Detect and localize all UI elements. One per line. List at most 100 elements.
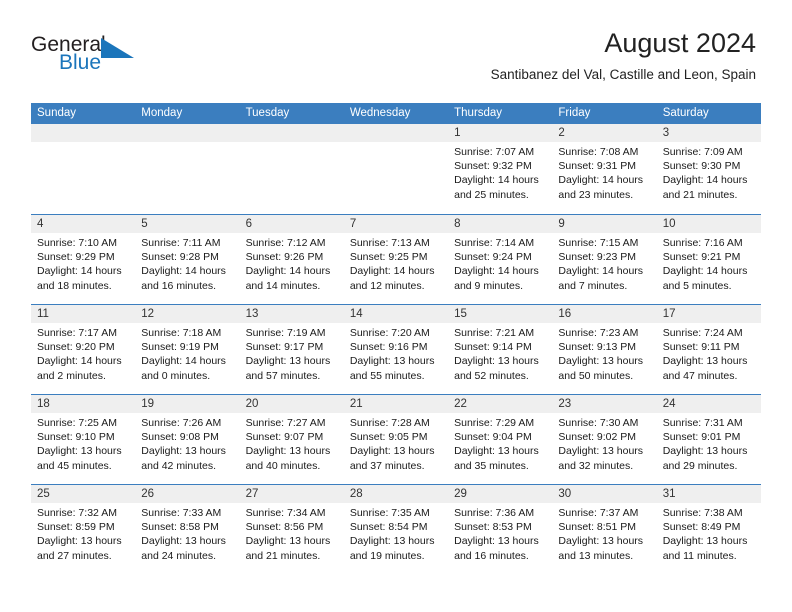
day-number: 11: [37, 308, 49, 320]
daylight-text-line1: Daylight: 13 hours: [662, 355, 748, 368]
daylight-text-line2: and 2 minutes.: [37, 369, 106, 382]
weekday-header-sunday: Sunday: [37, 107, 77, 119]
calendar-day-cell[interactable]: 17 Sunrise: 7:24 AM Sunset: 9:11 PM Dayligh…: [656, 305, 761, 394]
day-details: Sunrise: 7:09 AM Sunset: 9:30 PM Daylight:…: [657, 142, 761, 202]
day-details: Sunrise: 7:35 AM Sunset: 8:54 PM Daylight:…: [344, 503, 448, 563]
daylight-text-line1: Daylight: 13 hours: [245, 355, 331, 368]
calendar-day-cell[interactable]: 23 Sunrise: 7:30 AM Sunset: 9:02 PM Dayligh…: [552, 395, 657, 484]
day-number: 23: [558, 398, 572, 410]
calendar-day-cell[interactable]: 19 Sunrise: 7:26 AM Sunset: 9:08 PM Dayligh…: [135, 395, 240, 484]
calendar-day-cell[interactable]: 18 Sunrise: 7:25 AM Sunset: 9:10 PM Dayligh…: [31, 395, 136, 484]
calendar-day-cell[interactable]: 29 Sunrise: 7:36 AM Sunset: 8:53 PM Dayligh…: [448, 485, 553, 574]
sunrise-text: Sunrise: 7:36 AM: [454, 507, 535, 519]
daylight-text-line2: and 50 minutes.: [558, 369, 634, 382]
sunset-text: Sunset: 9:01 PM: [662, 431, 741, 444]
calendar-day-cell[interactable]: 25 Sunrise: 7:32 AM Sunset: 8:59 PM Dayligh…: [31, 485, 136, 574]
daylight-text-line1: Daylight: 14 hours: [245, 265, 331, 278]
calendar-day-cell[interactable]: 3 Sunrise: 7:09 AM Sunset: 9:30 PM Daylight…: [656, 124, 761, 214]
calendar-day-cell[interactable]: 4 Sunrise: 7:10 AM Sunset: 9:29 PM Daylight…: [31, 215, 136, 304]
day-details: Sunrise: 7:23 AM Sunset: 9:13 PM Daylight:…: [552, 323, 656, 383]
day-number-band: 6: [239, 215, 344, 233]
calendar-week-row: 25 Sunrise: 7:32 AM Sunset: 8:59 PM Dayligh…: [31, 484, 761, 574]
calendar-day-cell[interactable]: 22 Sunrise: 7:29 AM Sunset: 9:04 PM Dayligh…: [448, 395, 553, 484]
calendar-day-cell[interactable]: 9 Sunrise: 7:15 AM Sunset: 9:23 PM Daylight…: [552, 215, 657, 304]
calendar-day-cell[interactable]: 28 Sunrise: 7:35 AM Sunset: 8:54 PM Dayligh…: [343, 485, 449, 574]
day-number-band: 16: [552, 305, 657, 323]
day-details: Sunrise: 7:36 AM Sunset: 8:53 PM Daylight:…: [448, 503, 552, 563]
daylight-text-line1: Daylight: 13 hours: [349, 535, 435, 548]
page-header: General Blue August 2024 Santibanez del …: [0, 0, 792, 100]
daylight-text-line2: and 55 minutes.: [349, 369, 425, 382]
calendar-day-cell[interactable]: 10 Sunrise: 7:16 AM Sunset: 9:21 PM Dayligh…: [656, 215, 761, 304]
sunset-text: Sunset: 9:31 PM: [558, 160, 637, 173]
daylight-text-line1: Daylight: 14 hours: [662, 265, 748, 278]
sunrise-text: Sunrise: 7:34 AM: [245, 507, 326, 519]
calendar-day-cell[interactable]: 24 Sunrise: 7:31 AM Sunset: 9:01 PM Dayligh…: [656, 395, 761, 484]
daylight-text-line2: and 7 minutes.: [558, 279, 628, 292]
calendar-day-cell[interactable]: 2 Sunrise: 7:08 AM Sunset: 9:31 PM Daylight…: [552, 124, 657, 214]
calendar-day-cell[interactable]: 27 Sunrise: 7:34 AM Sunset: 8:56 PM Dayligh…: [239, 485, 344, 574]
daylight-text-line1: Daylight: 14 hours: [141, 355, 226, 368]
daylight-text-line2: and 21 minutes.: [245, 549, 321, 562]
calendar-day-cell[interactable]: 5 Sunrise: 7:11 AM Sunset: 9:28 PM Daylight…: [135, 215, 240, 304]
day-details: Sunrise: 7:17 AM Sunset: 9:20 PM Daylight:…: [31, 323, 135, 383]
daylight-text-line2: and 24 minutes.: [141, 549, 216, 562]
day-number-band: 29: [448, 485, 553, 503]
day-number-band: 8: [448, 215, 553, 233]
day-details: Sunrise: 7:30 AM Sunset: 9:02 PM Daylight:…: [552, 413, 656, 473]
daylight-text-line2: and 47 minutes.: [662, 369, 738, 382]
calendar-day-cell[interactable]: 12 Sunrise: 7:18 AM Sunset: 9:19 PM Dayligh…: [135, 305, 240, 394]
calendar-day-cell[interactable]: 14 Sunrise: 7:20 AM Sunset: 9:16 PM Dayligh…: [343, 305, 449, 394]
sunset-text: Sunset: 9:05 PM: [349, 431, 428, 444]
calendar-day-cell[interactable]: 16 Sunrise: 7:23 AM Sunset: 9:13 PM Dayligh…: [552, 305, 657, 394]
day-number-band: 9: [552, 215, 657, 233]
sunset-text: Sunset: 9:30 PM: [662, 160, 741, 173]
day-number: 8: [454, 218, 461, 230]
daylight-text-line2: and 5 minutes.: [662, 279, 732, 292]
sunrise-text: Sunrise: 7:08 AM: [558, 146, 639, 158]
calendar-day-cell[interactable]: 20 Sunrise: 7:27 AM Sunset: 9:07 PM Dayligh…: [239, 395, 344, 484]
page-subtitle: Santibanez del Val, Castille and Leon, S…: [490, 67, 756, 82]
day-number-band: 13: [239, 305, 344, 323]
day-number: 3: [662, 127, 670, 139]
daylight-text-line2: and 27 minutes.: [37, 549, 112, 562]
daylight-text-line2: and 42 minutes.: [141, 459, 216, 472]
sunrise-text: Sunrise: 7:23 AM: [558, 327, 639, 339]
day-details: Sunrise: 7:29 AM Sunset: 9:04 PM Daylight:…: [448, 413, 552, 473]
calendar-day-cell[interactable]: 11 Sunrise: 7:17 AM Sunset: 9:20 PM Dayligh…: [31, 305, 136, 394]
calendar-day-cell[interactable]: 26 Sunrise: 7:33 AM Sunset: 8:58 PM Dayligh…: [135, 485, 240, 574]
calendar-day-cell[interactable]: 15 Sunrise: 7:21 AM Sunset: 9:14 PM Dayligh…: [448, 305, 553, 394]
calendar-day-cell[interactable]: 1 Sunrise: 7:07 AM Sunset: 9:32 PM Daylight…: [448, 124, 553, 214]
calendar-day-cell-empty: [343, 124, 449, 214]
calendar-day-cell[interactable]: 30 Sunrise: 7:37 AM Sunset: 8:51 PM Dayligh…: [552, 485, 657, 574]
day-details: Sunrise: 7:15 AM Sunset: 9:23 PM Daylight:…: [552, 233, 656, 293]
calendar-day-cell[interactable]: 13 Sunrise: 7:19 AM Sunset: 9:17 PM Dayligh…: [239, 305, 344, 394]
daylight-text-line1: Daylight: 14 hours: [558, 265, 644, 278]
calendar-day-cell[interactable]: 21 Sunrise: 7:28 AM Sunset: 9:05 PM Dayligh…: [343, 395, 449, 484]
daylight-text-line1: Daylight: 13 hours: [454, 355, 539, 368]
day-details: Sunrise: 7:27 AM Sunset: 9:07 PM Daylight:…: [240, 413, 344, 473]
day-number-band: 1: [448, 124, 553, 142]
day-number: 10: [662, 218, 676, 230]
day-details: Sunrise: 7:26 AM Sunset: 9:08 PM Daylight:…: [135, 413, 239, 473]
daylight-text-line2: and 16 minutes.: [141, 279, 216, 292]
daylight-text-line1: Daylight: 14 hours: [558, 174, 644, 187]
brand-logo[interactable]: General Blue: [31, 34, 231, 84]
daylight-text-line1: Daylight: 13 hours: [141, 445, 226, 458]
daylight-text-line1: Daylight: 14 hours: [37, 265, 122, 278]
daylight-text-line1: Daylight: 13 hours: [141, 535, 226, 548]
calendar-day-cell[interactable]: 8 Sunrise: 7:14 AM Sunset: 9:24 PM Daylight…: [448, 215, 553, 304]
daylight-text-line1: Daylight: 14 hours: [662, 174, 748, 187]
sunrise-text: Sunrise: 7:21 AM: [454, 327, 535, 339]
daylight-text-line2: and 29 minutes.: [662, 459, 738, 472]
day-details: Sunrise: 7:14 AM Sunset: 9:24 PM Daylight:…: [448, 233, 552, 293]
triangle-flag-icon: [101, 38, 134, 58]
calendar-day-cell[interactable]: 31 Sunrise: 7:38 AM Sunset: 8:49 PM Dayligh…: [656, 485, 761, 574]
sunrise-text: Sunrise: 7:31 AM: [662, 417, 743, 429]
day-details: Sunrise: 7:31 AM Sunset: 9:01 PM Daylight:…: [657, 413, 761, 473]
calendar-day-cell[interactable]: 7 Sunrise: 7:13 AM Sunset: 9:25 PM Daylight…: [343, 215, 449, 304]
sunset-text: Sunset: 8:54 PM: [349, 521, 428, 534]
calendar-day-cell[interactable]: 6 Sunrise: 7:12 AM Sunset: 9:26 PM Daylight…: [239, 215, 344, 304]
daylight-text-line2: and 21 minutes.: [662, 188, 738, 201]
day-number: 19: [141, 398, 155, 410]
